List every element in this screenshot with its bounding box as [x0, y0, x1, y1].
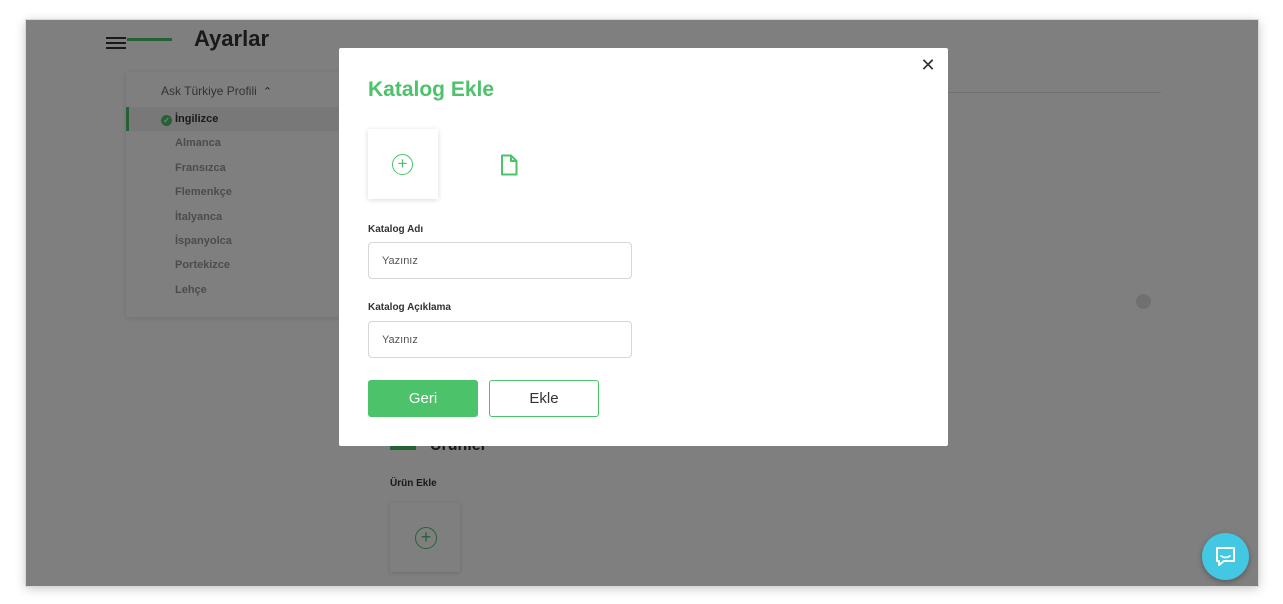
chat-icon — [1216, 547, 1235, 566]
close-icon[interactable]: ✕ — [918, 54, 938, 76]
chat-button[interactable] — [1202, 533, 1249, 580]
plus-circle-icon: + — [392, 154, 413, 175]
app-window: Ayarlar Ask Türkiye Profili⌃ ✓İngilizceA… — [26, 20, 1258, 586]
modal-title: Katalog Ekle — [368, 78, 495, 101]
catalog-name-input[interactable] — [368, 242, 632, 279]
catalog-name-label: Katalog Adı — [368, 224, 424, 235]
catalog-description-label: Katalog Açıklama — [368, 302, 451, 313]
add-button[interactable]: Ekle — [489, 380, 599, 417]
add-catalog-modal: ✕ Katalog Ekle + Katalog Adı Katalog Açı… — [339, 48, 948, 446]
file-icon — [501, 154, 518, 176]
upload-catalog-button[interactable]: + — [368, 129, 438, 199]
back-button[interactable]: Geri — [368, 380, 478, 417]
catalog-description-input[interactable] — [368, 321, 632, 358]
